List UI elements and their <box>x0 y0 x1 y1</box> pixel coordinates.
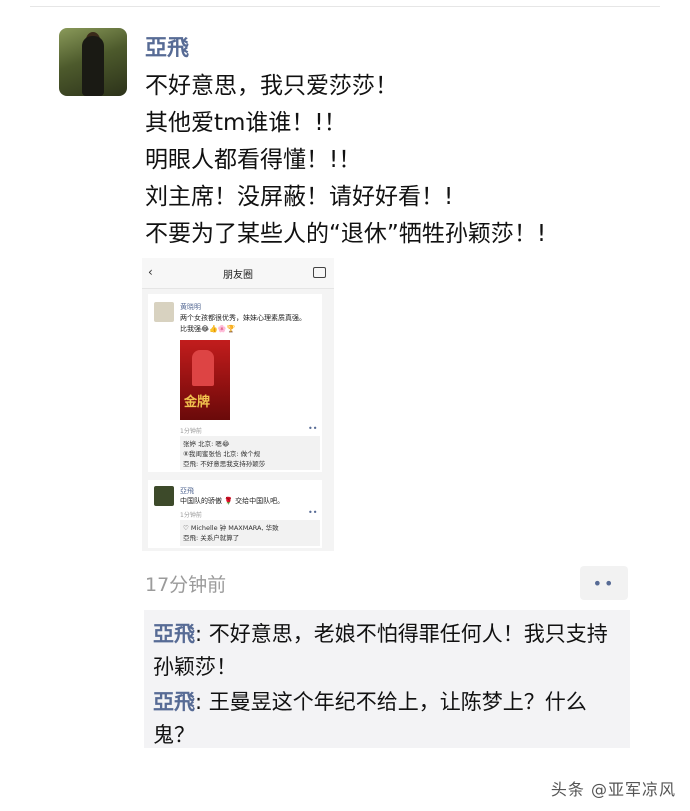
embedded-name: 亞飛 <box>180 487 194 495</box>
embedded-time: 1分钟前 <box>180 512 202 519</box>
embedded-title: 朋友圈 <box>223 270 253 281</box>
avatar[interactable] <box>59 28 127 96</box>
comment-author[interactable]: 亞飛 <box>153 622 195 646</box>
embedded-comments: 张婷 北京: 嗯😂 ⑧我闺蜜张恰 北京: 做个规 亞飛: 不好意思我支持孙颖莎 <box>180 436 320 470</box>
comment-separator: : <box>195 622 209 646</box>
embedded-text: 两个女孩都很优秀，妹妹心理素质真强。 <box>180 314 306 322</box>
top-divider <box>30 6 660 7</box>
poster-text: 金牌 <box>184 395 211 410</box>
post-username[interactable]: 亞飛 <box>145 30 189 62</box>
watermark: 头条 @亚军凉风 <box>550 780 676 799</box>
embedded-navbar: ‹ 朋友圈 <box>142 258 334 289</box>
embedded-screenshot[interactable]: ‹ 朋友圈 黄晓明 两个女孩都很优秀，妹妹心理素质真强。 比我强😂👍🌸🏆 金牌 … <box>142 258 334 551</box>
post-line: 不要为了某些人的“退休”牺牲孙颖莎！! <box>145 221 547 247</box>
post-line: 刘主席！没屏蔽！请好好看！! <box>145 184 454 210</box>
post-line: 其他爱tm谁谁！!！ <box>145 110 347 136</box>
embedded-post-1: 黄晓明 两个女孩都很优秀，妹妹心理素质真强。 比我强😂👍🌸🏆 金牌 1分钟前 •… <box>148 294 322 472</box>
embedded-comment: ♡ Michelle 钟 MAXMARA, 华致 <box>183 524 279 532</box>
embedded-comment: ⑧我闺蜜张恰 北京: 做个规 <box>183 450 261 458</box>
embedded-time: 1分钟前 <box>180 428 202 435</box>
embedded-post-2: 亞飛 中国队的骄傲 🌹 交给中国队吧。 1分钟前 •• ♡ Michelle 钟… <box>148 480 322 548</box>
avatar-figure <box>82 36 104 96</box>
comment-text: 王曼昱这个年纪不给上，让陈梦上？什么鬼？ <box>153 690 587 747</box>
embedded-comment: 亞飛: 关系户就算了 <box>183 534 240 542</box>
comment-separator: : <box>195 690 209 714</box>
comment[interactable]: 亞飛: 不好意思，老娘不怕得罪任何人！我只支持孙颖莎！ <box>153 618 623 684</box>
embedded-avatar <box>154 302 174 322</box>
comment-text: 不好意思，老娘不怕得罪任何人！我只支持孙颖莎！ <box>153 622 608 679</box>
post-line: 不好意思，我只爱莎莎！ <box>145 73 398 99</box>
camera-icon <box>313 267 326 278</box>
more-actions-button[interactable]: •• <box>580 566 628 600</box>
post-text: 不好意思，我只爱莎莎！ 其他爱tm谁谁！!！ 明眼人都看得懂！!！ 刘主席！没屏… <box>145 68 665 253</box>
embedded-avatar <box>154 486 174 506</box>
embedded-text: 比我强😂👍🌸🏆 <box>180 325 236 333</box>
embedded-comments: ♡ Michelle 钟 MAXMARA, 华致 亞飛: 关系户就算了 <box>180 520 320 546</box>
post-line: 明眼人都看得懂！!！ <box>145 147 362 173</box>
comment-author[interactable]: 亞飛 <box>153 690 195 714</box>
more-icon: •• <box>308 424 318 433</box>
post-time: 17分钟前 <box>145 574 227 596</box>
embedded-name: 黄晓明 <box>180 303 201 311</box>
more-icon: •• <box>308 508 318 517</box>
embedded-text: 中国队的骄傲 🌹 交给中国队吧。 <box>180 497 285 505</box>
embedded-poster: 金牌 <box>180 340 230 420</box>
embedded-comment: 亞飛: 不好意思我支持孙颖莎 <box>183 460 266 468</box>
comments-box: 亞飛: 不好意思，老娘不怕得罪任何人！我只支持孙颖莎！ 亞飛: 王曼昱这个年纪不… <box>144 610 630 748</box>
embedded-comment: 张婷 北京: 嗯😂 <box>183 440 230 448</box>
poster-figure <box>192 350 214 386</box>
comment[interactable]: 亞飛: 王曼昱这个年纪不给上，让陈梦上？什么鬼？ <box>153 686 623 752</box>
